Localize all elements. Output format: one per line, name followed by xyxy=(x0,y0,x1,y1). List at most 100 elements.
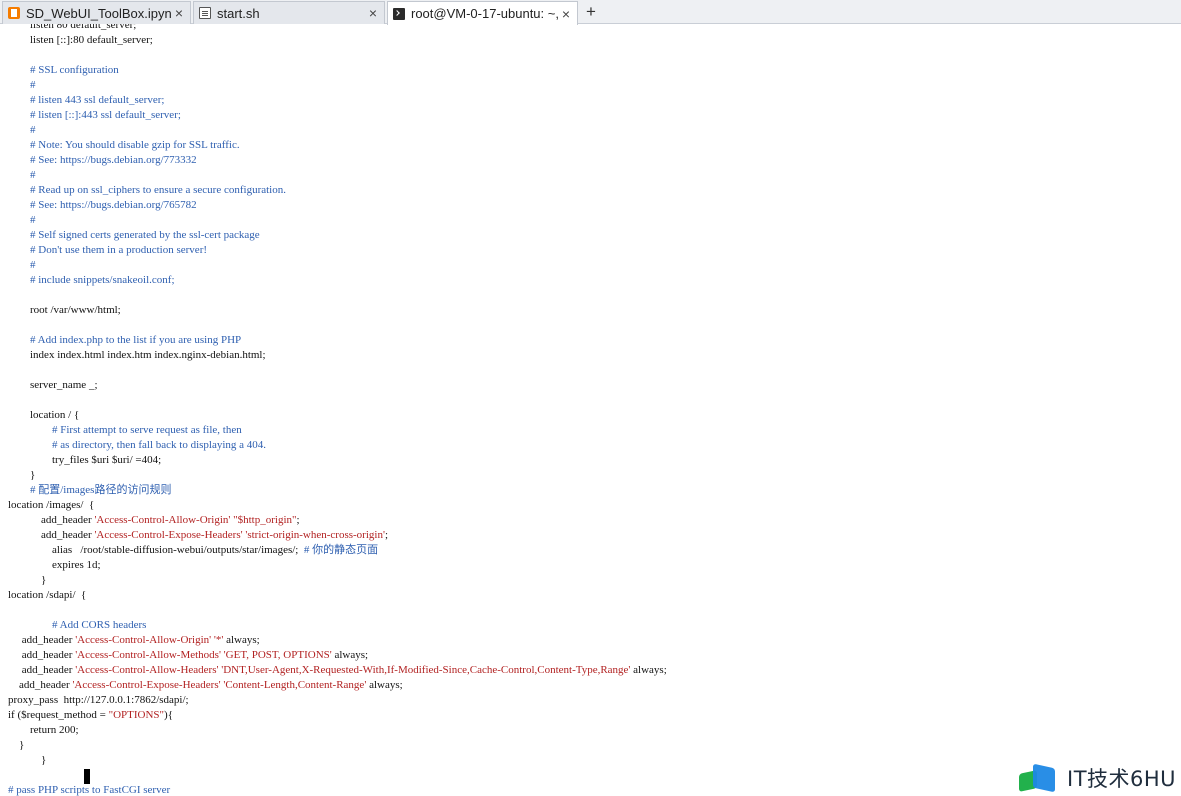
tab-bar: SD_WebUI_ToolBox.ipynb × start.sh × root… xyxy=(0,0,1181,25)
close-icon[interactable]: × xyxy=(366,6,380,20)
terminal-line: add_header 'Access-Control-Allow-Headers… xyxy=(8,663,667,678)
terminal-line: } xyxy=(8,468,35,483)
comment-text: # pass PHP scripts to FastCGI server xyxy=(8,784,171,796)
tab-notebook[interactable]: SD_WebUI_ToolBox.ipynb × xyxy=(2,1,191,24)
terminal-line: # Read up on ssl_ciphers to ensure a sec… xyxy=(8,183,286,198)
tab-start-sh[interactable]: start.sh × xyxy=(193,1,385,24)
code-text: add_header xyxy=(8,664,76,676)
terminal-line: add_header 'Access-Control-Allow-Origin'… xyxy=(8,633,260,648)
terminal-line: # Don't use them in a production server! xyxy=(8,243,207,258)
code-text: ){ xyxy=(164,709,173,721)
terminal-output[interactable]: listen 80 default_server; listen [::]:80… xyxy=(0,24,1181,796)
comment-text: # Note: You should disable gzip for SSL … xyxy=(8,139,240,151)
code-text: location /sdapi/ { xyxy=(8,589,87,601)
terminal-line: # listen 443 ssl default_server; xyxy=(8,93,164,108)
terminal-line: # Add index.php to the list if you are u… xyxy=(8,333,241,348)
terminal-line: expires 1d; xyxy=(8,558,101,573)
close-icon[interactable]: × xyxy=(559,7,573,21)
comment-text: # See: https://bugs.debian.org/773332 xyxy=(8,154,197,166)
string-text: 'Access-Control-Allow-Origin' '*' xyxy=(75,634,224,646)
string-text: 'Access-Control-Allow-Methods' 'GET, POS… xyxy=(75,649,332,661)
terminal-line: # Self signed certs generated by the ssl… xyxy=(8,228,260,243)
comment-text: # listen 443 ssl default_server; xyxy=(8,94,165,106)
code-text: index index.html index.htm index.nginx-d… xyxy=(8,349,266,361)
code-text: try_files $uri $uri/ =404; xyxy=(8,454,162,466)
file-icon xyxy=(199,7,211,19)
code-text: add_header xyxy=(8,514,95,526)
terminal-line: proxy_pass http://127.0.0.1:7862/sdapi/; xyxy=(8,693,189,708)
tab-label: SD_WebUI_ToolBox.ipynb xyxy=(26,5,172,21)
comment-text: # Self signed certs generated by the ssl… xyxy=(8,229,260,241)
code-text: add_header xyxy=(8,634,76,646)
watermark: IT技术6HU xyxy=(1017,762,1176,794)
terminal-line: # listen [::]:443 ssl default_server; xyxy=(8,108,181,123)
terminal-line: # Add CORS headers xyxy=(8,618,146,633)
code-text: ; xyxy=(384,529,388,541)
comment-text: # xyxy=(8,124,36,136)
terminal-line: location / { xyxy=(8,408,79,423)
comment-text: # 你的静态页面 xyxy=(303,544,379,556)
terminal-icon xyxy=(393,7,405,20)
code-text: } xyxy=(8,754,47,766)
comment-text: # xyxy=(8,79,36,91)
comment-text: # listen [::]:443 ssl default_server; xyxy=(8,109,181,121)
terminal-line: location /images/ { xyxy=(8,498,94,513)
terminal-line: # xyxy=(8,168,36,183)
comment-text: # Add index.php to the list if you are u… xyxy=(8,334,242,346)
terminal-line: } xyxy=(8,573,46,588)
terminal-line: add_header 'Access-Control-Allow-Origin'… xyxy=(8,513,300,528)
terminal-line: alias /root/stable-diffusion-webui/outpu… xyxy=(8,543,378,558)
terminal-line: # 配置/images路径的访问规则 xyxy=(8,483,171,498)
string-text: 'Access-Control-Expose-Headers' 'strict-… xyxy=(94,529,385,541)
code-text: alias /root/stable-diffusion-webui/outpu… xyxy=(8,544,304,556)
terminal-line: location /sdapi/ { xyxy=(8,588,86,603)
comment-text: # SSL configuration xyxy=(8,64,119,76)
terminal-line: # See: https://bugs.debian.org/765782 xyxy=(8,198,197,213)
tab-label: root@VM-0-17-ubuntu: ~, xyxy=(411,6,559,21)
code-text: always; xyxy=(630,664,667,676)
terminal-line: # Note: You should disable gzip for SSL … xyxy=(8,138,240,153)
code-text: if ($request_method = xyxy=(8,709,109,721)
terminal-line: if ($request_method = "OPTIONS"){ xyxy=(8,708,173,723)
tab-terminal[interactable]: root@VM-0-17-ubuntu: ~, × xyxy=(387,1,578,25)
comment-text: # include snippets/snakeoil.conf; xyxy=(8,274,175,286)
terminal-line: server_name _; xyxy=(8,378,98,393)
code-text: add_header xyxy=(8,649,76,661)
terminal-line: # xyxy=(8,258,36,273)
terminal-line: } xyxy=(8,753,46,768)
code-text: } xyxy=(8,574,47,586)
terminal-line: return 200; xyxy=(8,723,79,738)
terminal-line: add_header 'Access-Control-Expose-Header… xyxy=(8,528,388,543)
comment-text: # See: https://bugs.debian.org/765782 xyxy=(8,199,197,211)
code-text: always; xyxy=(366,679,403,691)
code-text: proxy_pass http://127.0.0.1:7862/sdapi/; xyxy=(8,694,189,706)
code-text: add_header xyxy=(8,679,73,691)
terminal-line: # xyxy=(8,123,36,138)
terminal-line: # First attempt to serve request as file… xyxy=(8,423,242,438)
terminal-line: # xyxy=(8,78,36,93)
close-icon[interactable]: × xyxy=(172,6,186,20)
string-text: 'Access-Control-Expose-Headers' 'Content… xyxy=(72,679,367,691)
code-text: } xyxy=(8,469,36,481)
text-cursor xyxy=(84,769,90,784)
comment-text: # 配置/images路径的访问规则 xyxy=(8,484,172,496)
terminal-line: add_header 'Access-Control-Allow-Methods… xyxy=(8,648,368,663)
terminal-line: root /var/www/html; xyxy=(8,303,121,318)
code-text: expires 1d; xyxy=(8,559,101,571)
comment-text: # Read up on ssl_ciphers to ensure a sec… xyxy=(8,184,286,196)
code-text: listen [::]:80 default_server; xyxy=(8,34,153,46)
terminal-line: listen [::]:80 default_server; xyxy=(8,33,153,48)
comment-text: # Don't use them in a production server! xyxy=(8,244,208,256)
code-text: } xyxy=(8,739,25,751)
terminal-line: add_header 'Access-Control-Expose-Header… xyxy=(8,678,403,693)
terminal-line: # See: https://bugs.debian.org/773332 xyxy=(8,153,197,168)
terminal-line: # xyxy=(8,213,36,228)
string-text: 'Access-Control-Allow-Headers' 'DNT,User… xyxy=(75,664,631,676)
string-text: 'Access-Control-Allow-Origin' "$http_ori… xyxy=(94,514,297,526)
terminal-line: # as directory, then fall back to displa… xyxy=(8,438,266,453)
terminal-line: try_files $uri $uri/ =404; xyxy=(8,453,161,468)
string-text: "OPTIONS" xyxy=(108,709,165,721)
new-tab-button[interactable]: + xyxy=(581,3,601,22)
comment-text: # as directory, then fall back to displa… xyxy=(8,439,267,451)
code-text: location / { xyxy=(8,409,80,421)
